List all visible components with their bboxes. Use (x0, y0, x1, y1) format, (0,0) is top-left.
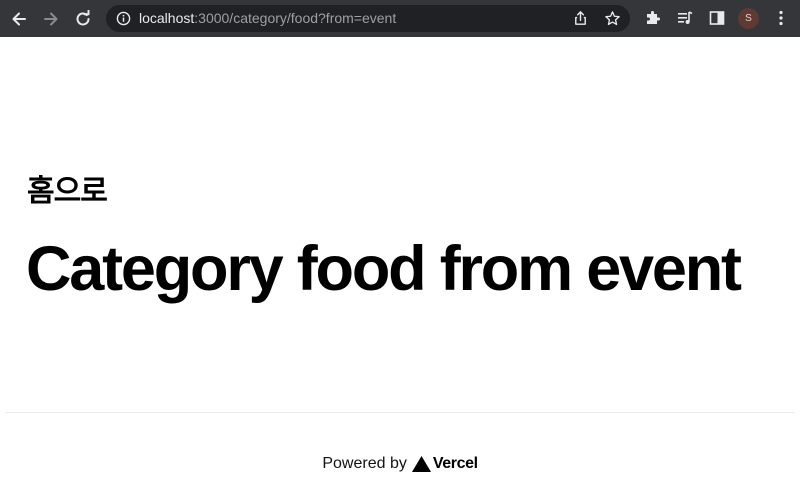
url-host: localhost (139, 10, 195, 26)
powered-by-vercel-link[interactable]: Powered by Vercel (322, 455, 478, 473)
arrow-right-icon (44, 12, 58, 26)
back-button[interactable] (8, 8, 30, 30)
powered-by-text: Powered by (322, 455, 407, 472)
url-text[interactable]: localhost:3000/category/food?from=event (139, 5, 396, 32)
vercel-triangle-icon (411, 456, 431, 472)
forward-button[interactable] (40, 8, 62, 30)
extensions-puzzle-icon[interactable] (644, 9, 662, 27)
more-vertical-icon[interactable] (772, 9, 790, 27)
vercel-logo: Vercel (411, 455, 478, 473)
page-title: Category food from event (26, 234, 742, 304)
info-icon[interactable] (116, 11, 131, 26)
media-queue-icon[interactable] (676, 9, 694, 27)
reload-icon (76, 10, 90, 26)
side-panel-icon[interactable] (708, 9, 726, 27)
arrow-left-icon (12, 12, 26, 26)
profile-avatar[interactable]: S (738, 8, 759, 29)
footer-divider (5, 412, 795, 413)
vercel-wordmark: Vercel (432, 455, 478, 472)
address-bar[interactable]: localhost:3000/category/food?from=event (106, 5, 630, 32)
url-path: :3000/category/food?from=event (194, 10, 397, 26)
footer: Powered by Vercel (0, 452, 800, 476)
reload-button[interactable] (72, 8, 94, 30)
share-icon[interactable] (572, 10, 589, 27)
browser-toolbar: localhost:3000/category/food?from=event … (0, 0, 800, 37)
bookmark-star-icon[interactable] (604, 10, 621, 27)
home-link[interactable]: 홈으로 (27, 166, 108, 210)
